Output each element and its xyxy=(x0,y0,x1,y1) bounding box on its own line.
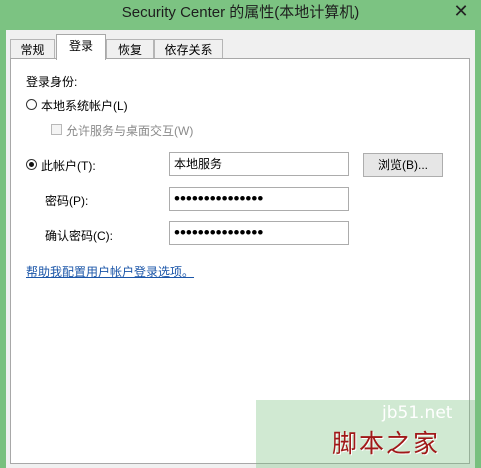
browse-button[interactable]: 浏览(B)... xyxy=(363,153,443,177)
this-account-radio[interactable] xyxy=(26,159,37,170)
local-system-radio[interactable] xyxy=(26,99,37,110)
confirm-password-input[interactable]: ••••••••••••••• xyxy=(169,221,349,245)
local-system-label[interactable]: 本地系统帐户(L) xyxy=(41,97,128,114)
confirm-password-label: 确认密码(C): xyxy=(45,229,113,243)
window-title: Security Center 的属性(本地计算机) xyxy=(121,4,360,21)
tab-dependencies[interactable]: 依存关系 xyxy=(154,39,223,59)
close-icon[interactable]: ✕ xyxy=(444,0,478,24)
logon-as-label: 登录身份: xyxy=(26,75,78,89)
password-label: 密码(P): xyxy=(45,194,89,208)
interact-desktop-label: 允许服务与桌面交互(W) xyxy=(66,124,194,138)
watermark-name: 脚本之家 xyxy=(332,429,441,458)
tab-recovery[interactable]: 恢复 xyxy=(106,39,154,59)
help-logon-link[interactable]: 帮助我配置用户帐户登录选项。 xyxy=(26,263,194,280)
tab-logon[interactable]: 登录 xyxy=(56,34,106,60)
this-account-label[interactable]: 此帐户(T): xyxy=(41,157,96,174)
watermark-url: jb51.net xyxy=(382,403,453,423)
password-input[interactable]: ••••••••••••••• xyxy=(169,187,349,211)
account-input[interactable]: 本地服务 xyxy=(169,152,349,176)
tab-general[interactable]: 常规 xyxy=(10,39,55,59)
interact-desktop-checkbox xyxy=(51,124,62,135)
